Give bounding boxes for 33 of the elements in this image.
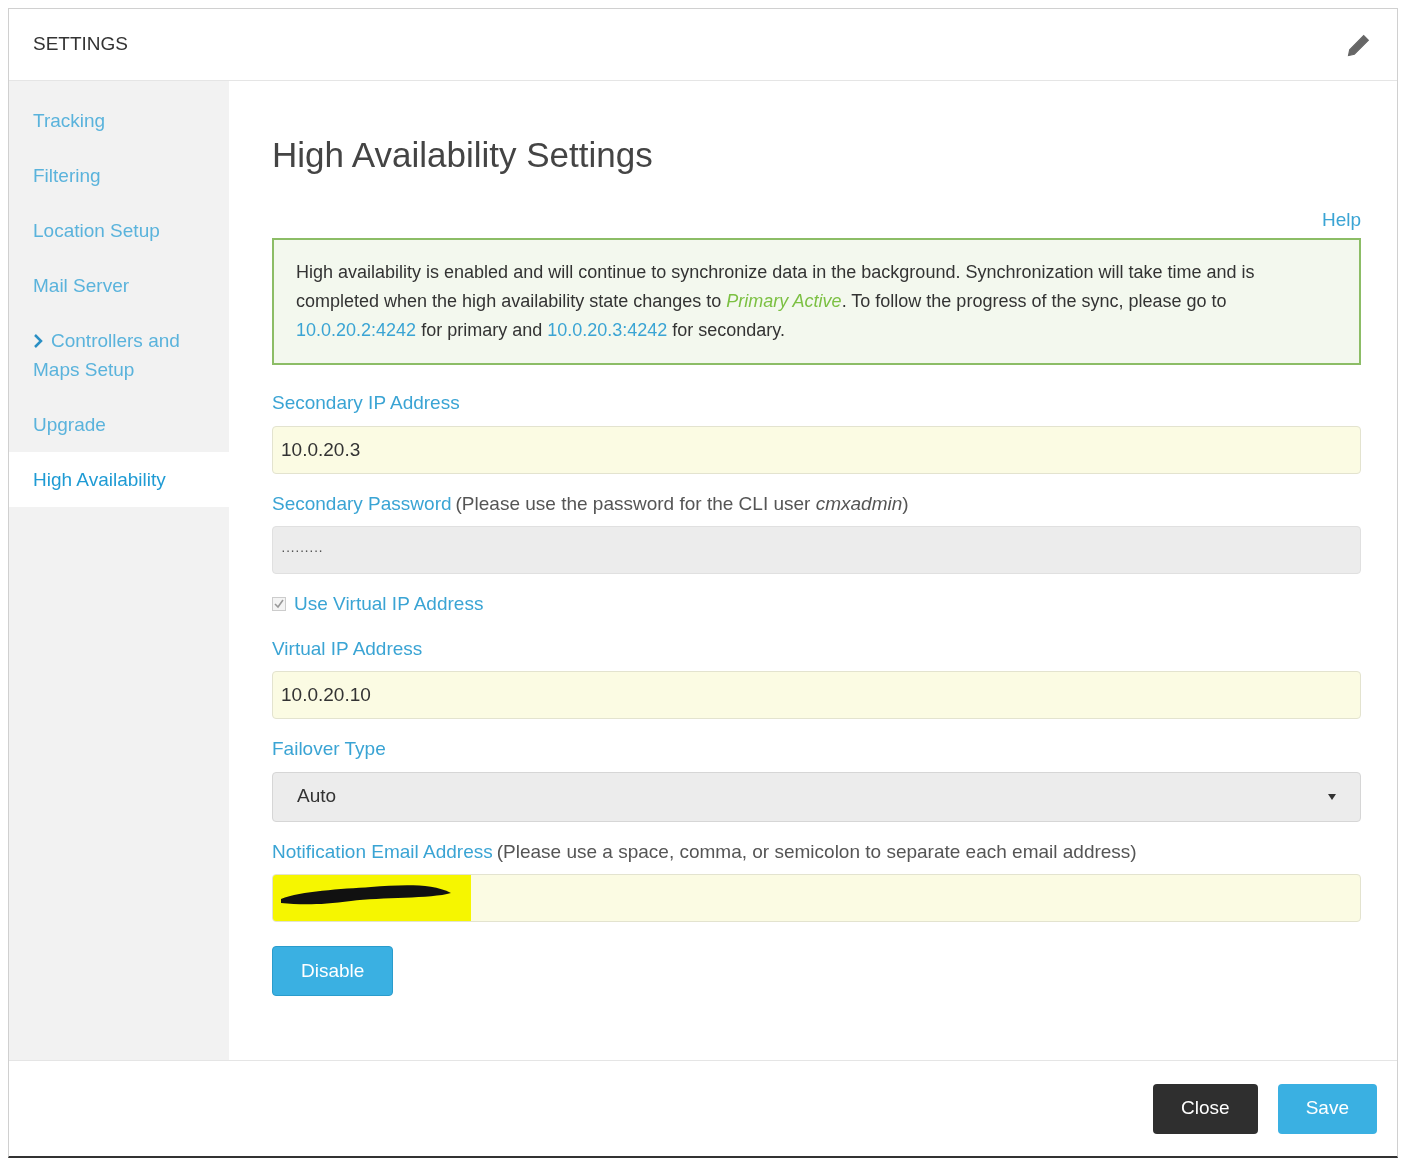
chevron-icon (33, 334, 43, 348)
password-field[interactable]: ········· (272, 526, 1361, 574)
sidebar-item[interactable]: Location Setup (9, 203, 229, 258)
text-field[interactable] (272, 874, 1361, 922)
footer-button[interactable]: Save (1277, 1083, 1377, 1134)
caret-icon (1328, 793, 1336, 800)
sidebar-item[interactable]: Mail Server (9, 258, 229, 313)
sidebar-item[interactable]: High Availability (9, 452, 229, 507)
sidebar-item[interactable]: Filtering (9, 148, 229, 203)
help-link[interactable]: Help (1321, 205, 1361, 234)
url-link[interactable]: 10.0.20.3:4242 (547, 320, 668, 340)
checkbox-label: Use Virtual IP Address (294, 592, 484, 616)
field-label: Notification Email Address (272, 839, 493, 864)
field-label: Secondary IP Address (272, 391, 460, 415)
text-field[interactable]: 10.0.20.3 (272, 425, 1361, 474)
sidebar-item[interactable]: Controllers and Maps Setup (9, 313, 229, 397)
alert-message: High availability is enabled and will continue to synchronize data in the background. Synchronization will take time and is completed when the high availability state changes to Primary Active. To follow the progress of the sync, please go to 10.0.20.2:4242 for primary and 10.0.20.3:4242 for secondary. (272, 238, 1361, 365)
url-link[interactable]: 10.0.20.2:4242 (296, 320, 417, 340)
field-label: Virtual IP Address (272, 636, 423, 661)
text-field[interactable]: 10.0.20.10 (272, 671, 1361, 719)
check-icon (274, 599, 284, 610)
dialog-title: SETTINGS (33, 32, 128, 57)
dropdown[interactable]: Auto (272, 771, 1361, 822)
field-note: (Please use the password for the CLI user cmxadmin) (455, 491, 909, 516)
checkbox[interactable] (272, 597, 286, 612)
footer-button[interactable]: Close (1153, 1083, 1258, 1134)
field-note: (Please use a space, comma, or semicolon to separate each email address) (496, 839, 1137, 864)
field-label: Failover Type (272, 737, 386, 761)
disable-button[interactable]: Disable (272, 946, 394, 996)
sidebar-item[interactable]: Upgrade (9, 397, 229, 452)
page-title: High Availability Settings (272, 134, 654, 176)
sidebar-item[interactable]: Tracking (9, 93, 229, 148)
field-label: Secondary Password (272, 491, 452, 516)
